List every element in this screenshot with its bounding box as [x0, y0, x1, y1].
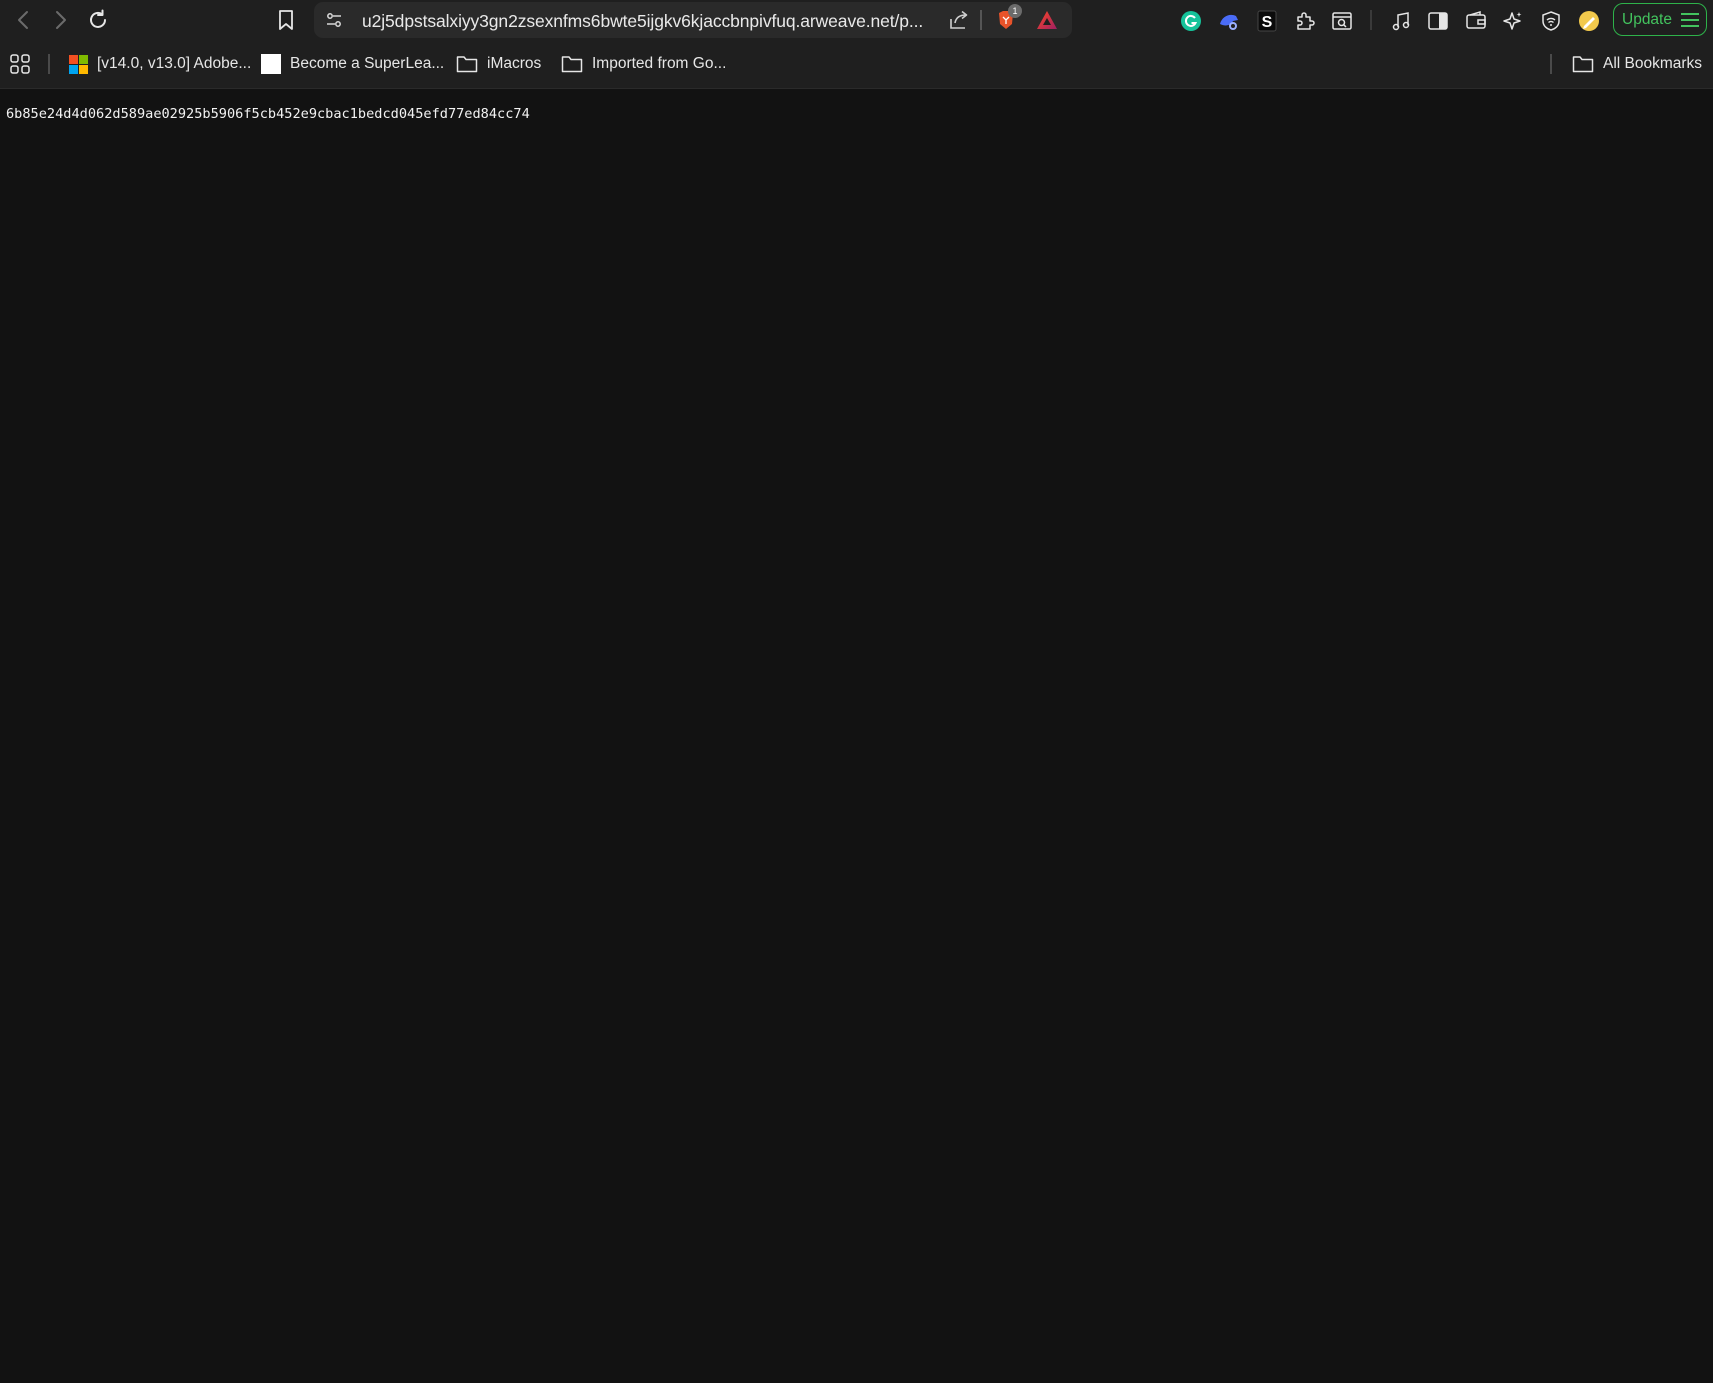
folder-icon: [1572, 55, 1594, 73]
browser-toolbar: u2j5dpstsalxiyy3gn2zsexnfms6bwte5ijgkv6k…: [0, 0, 1713, 40]
all-bookmarks-button[interactable]: All Bookmarks: [1572, 52, 1702, 76]
browser-window: u2j5dpstsalxiyy3gn2zsexnfms6bwte5ijgkv6k…: [0, 0, 1713, 1383]
vpn-shield-icon[interactable]: [1538, 8, 1564, 34]
bookmark-icon: [279, 10, 293, 30]
bookmarks-divider-right: [1550, 54, 1552, 74]
bookmark-label: [v14.0, v13.0] Adobe...: [97, 55, 252, 72]
bookmark-folder-imacros[interactable]: iMacros: [456, 52, 541, 76]
update-label: Update: [1622, 10, 1672, 28]
url-bar-divider: [980, 10, 982, 30]
update-button[interactable]: Update: [1613, 3, 1707, 36]
shields-badge: 1: [1008, 4, 1022, 18]
toolbar-divider: [1370, 10, 1372, 30]
bookmark-folder-imported[interactable]: Imported from Go...: [561, 52, 726, 76]
site-settings-icon[interactable]: [325, 11, 343, 34]
folder-icon: [561, 55, 583, 73]
grammarly-icon[interactable]: [1178, 8, 1204, 34]
page-content: 6b85e24d4d062d589ae02925b5906f5cb452e9cb…: [0, 89, 1713, 1383]
bookmarks-bar: [v14.0, v13.0] Adobe... Become a SuperLe…: [0, 40, 1713, 89]
bookmark-page-button[interactable]: [274, 8, 298, 32]
bookmarks-divider: [48, 54, 50, 74]
brave-rewards-button[interactable]: [1036, 10, 1058, 35]
all-bookmarks-label: All Bookmarks: [1603, 55, 1703, 72]
forward-button[interactable]: [48, 8, 72, 32]
bookmark-label: Imported from Go...: [592, 55, 727, 72]
url-text[interactable]: u2j5dpstsalxiyy3gn2zsexnfms6bwte5ijgkv6k…: [362, 11, 923, 32]
brave-shields-button[interactable]: 1: [994, 4, 1022, 37]
extensions-puzzle-icon[interactable]: [1292, 8, 1318, 34]
bookmark-item-adobe[interactable]: [v14.0, v13.0] Adobe...: [69, 52, 251, 76]
back-button[interactable]: [12, 8, 36, 32]
wallet-icon[interactable]: [1463, 8, 1489, 34]
white-square-icon: [261, 54, 281, 74]
bookmark-label: Become a SuperLea...: [290, 55, 445, 72]
share-icon[interactable]: [948, 10, 970, 35]
reload-icon: [90, 9, 106, 28]
bookmark-label: iMacros: [487, 55, 542, 72]
page-text-hash: 6b85e24d4d062d589ae02925b5906f5cb452e9cb…: [6, 106, 530, 122]
apps-grid-icon: [10, 54, 30, 74]
sidebar-toggle-icon[interactable]: [1425, 8, 1451, 34]
music-note-icon[interactable]: [1388, 8, 1414, 34]
back-arrow-icon: [18, 11, 28, 29]
bird-extension-icon[interactable]: [1216, 8, 1242, 34]
leo-ai-sparkle-icon[interactable]: [1500, 8, 1526, 34]
address-bar[interactable]: u2j5dpstsalxiyy3gn2zsexnfms6bwte5ijgkv6k…: [314, 2, 1072, 38]
folder-icon: [456, 55, 478, 73]
rewards-triangle-icon: [1037, 11, 1057, 29]
s-extension-icon[interactable]: S: [1254, 8, 1280, 34]
hamburger-menu-icon: [1680, 12, 1700, 33]
microsoft-logo-icon: [69, 54, 88, 74]
reader-search-icon[interactable]: [1329, 8, 1355, 34]
apps-grid-button[interactable]: [9, 52, 31, 76]
yellow-pencil-extension-icon[interactable]: [1576, 8, 1602, 34]
svg-text:S: S: [1262, 14, 1273, 31]
forward-arrow-icon: [56, 11, 66, 29]
reload-button[interactable]: [86, 8, 110, 32]
bookmark-item-superleague[interactable]: Become a SuperLea...: [261, 52, 444, 76]
